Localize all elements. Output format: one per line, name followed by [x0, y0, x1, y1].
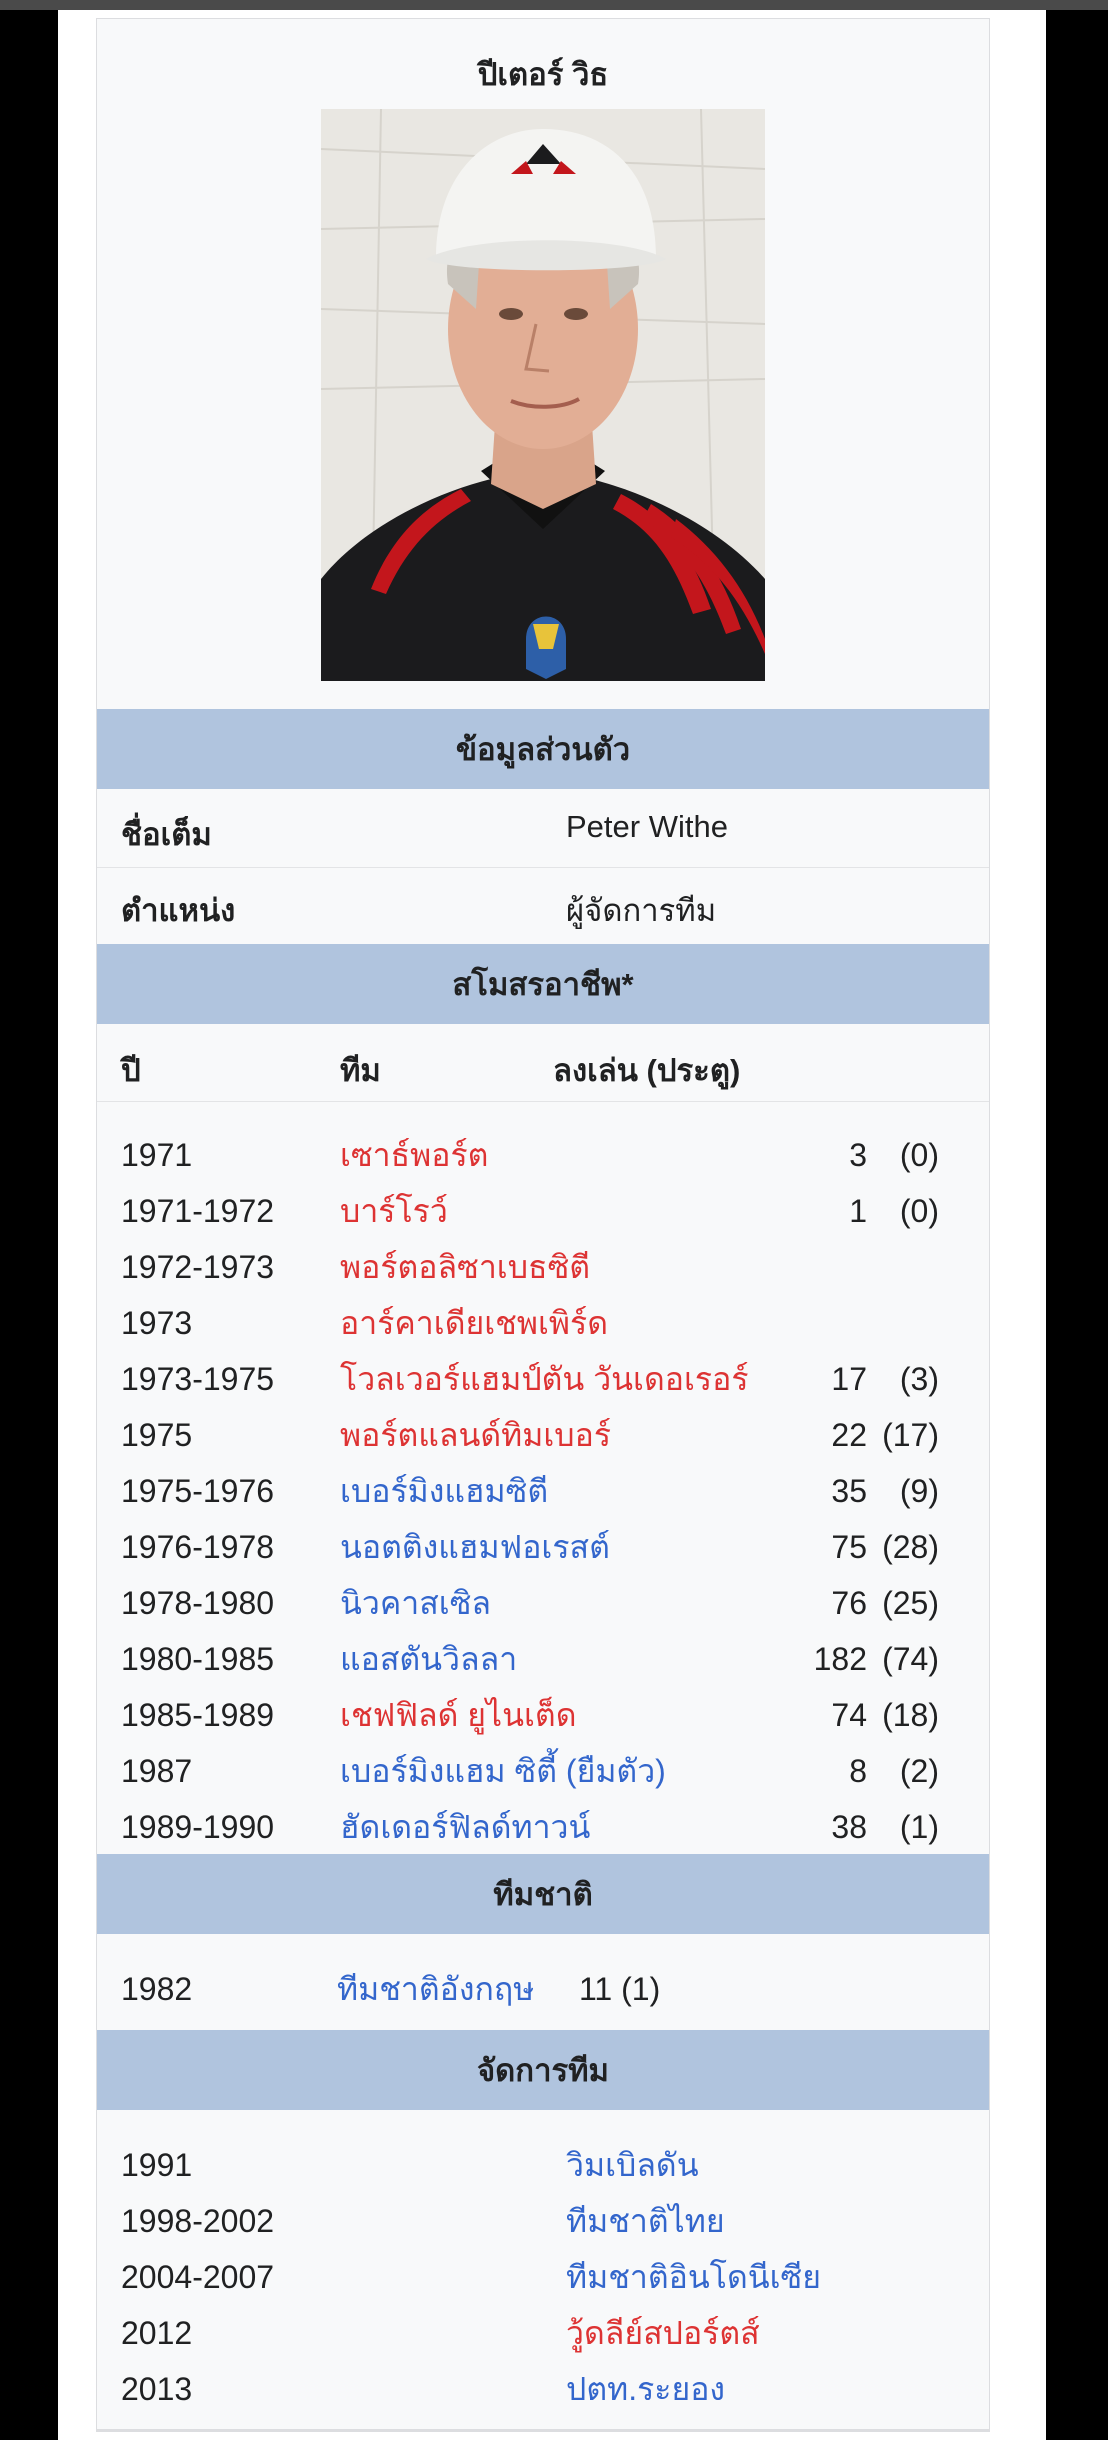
article-page: ปีเตอร์ วิธ ข้อมูลส่วนตัว ชื่อเต็ม Peter…	[58, 10, 1046, 2440]
club-row-year: 1975-1976	[121, 1473, 275, 1509]
section-club-career-label: สโมสรอาชีพ*	[452, 967, 634, 1002]
club-row-year: 1980-1985	[121, 1641, 275, 1677]
full-name-label: ชื่อเต็ม	[121, 817, 212, 852]
club-row-apps: 35	[831, 1473, 867, 1509]
infobox-title: ปีเตอร์ วิธ	[477, 57, 609, 92]
section-managed-teams-label: จัดการทีม	[477, 2053, 609, 2088]
section-club-career: สโมสรอาชีพ*	[97, 944, 989, 1024]
club-row-year: 1971-1972	[121, 1193, 275, 1229]
club-row-apps: 182	[813, 1641, 867, 1677]
status-bar-strip	[0, 0, 1108, 10]
managed-row-year: 1991	[121, 2147, 193, 2183]
club-row-goals: (9)	[899, 1473, 939, 1509]
club-row-team-link[interactable]: ฮัดเดอร์ฟิลด์ทาวน์	[340, 1808, 590, 1846]
row-divider	[97, 867, 989, 868]
infobox-bottom-border	[96, 2430, 990, 2432]
club-row-team-link[interactable]: เซาธ์พอร์ต	[340, 1136, 488, 1174]
national-apps: 11 (1)	[579, 1971, 661, 2007]
club-row-apps: 74	[831, 1697, 867, 1733]
position-label: ตำแหน่ง	[121, 893, 236, 928]
column-header-team: ทีม	[340, 1053, 381, 1088]
managed-row-team-link[interactable]: วู้ดลีย์สปอร์ตส์	[566, 2314, 760, 2352]
club-row-team-link[interactable]: อาร์คาเดียเชพเพิร์ด	[340, 1304, 608, 1342]
section-national-team: ทีมชาติ	[97, 1854, 989, 1934]
club-row-year: 1976-1978	[121, 1529, 275, 1565]
managed-row-team-link[interactable]: ทีมชาติอินโดนีเซีย	[566, 2258, 821, 2296]
managed-row-year: 2004-2007	[121, 2259, 275, 2295]
club-row-goals: (0)	[899, 1193, 939, 1229]
club-row-year: 1973	[121, 1305, 193, 1341]
column-header-apps: ลงเล่น (ประตู)	[553, 1053, 741, 1088]
club-row-team-link[interactable]: เบอร์มิงแฮมซิตี	[340, 1472, 548, 1510]
section-national-team-label: ทีมชาติ	[493, 1877, 593, 1912]
section-personal-info: ข้อมูลส่วนตัว	[97, 709, 989, 789]
club-row-apps: 75	[831, 1529, 867, 1565]
club-row-year: 1987	[121, 1753, 193, 1789]
club-row-year: 1975	[121, 1417, 193, 1453]
club-row-goals: (74)	[882, 1641, 939, 1677]
infobox: ปีเตอร์ วิธ ข้อมูลส่วนตัว ชื่อเต็ม Peter…	[96, 18, 990, 2430]
row-divider	[97, 1101, 989, 1102]
club-row-year: 1971	[121, 1137, 193, 1173]
club-row-team-link[interactable]: พอร์ตแลนด์ทิมเบอร์	[340, 1416, 611, 1454]
club-row-goals: (1)	[899, 1809, 939, 1845]
club-row-goals: (17)	[882, 1417, 939, 1453]
managed-row-team-link[interactable]: ทีมชาติไทย	[566, 2202, 725, 2240]
managed-row-year: 1998-2002	[121, 2203, 275, 2239]
club-row-team-link[interactable]: เบอร์มิงแฮม ซิตี้ (ยืมตัว)	[340, 1752, 666, 1790]
club-row-goals: (18)	[882, 1697, 939, 1733]
club-row-goals: (3)	[899, 1361, 939, 1397]
full-name-value: Peter Withe	[566, 809, 728, 844]
club-row-apps: 76	[831, 1585, 867, 1621]
club-row-year: 1989-1990	[121, 1809, 275, 1845]
club-row-year: 1973-1975	[121, 1361, 275, 1397]
club-row-team-link[interactable]: พอร์ตอลิซาเบธซิตี	[340, 1248, 590, 1286]
club-row-year: 1985-1989	[121, 1697, 275, 1733]
club-row-apps: 17	[831, 1361, 867, 1397]
club-row-apps: 8	[849, 1753, 867, 1789]
club-row-goals: (2)	[899, 1753, 939, 1789]
club-row-apps: 3	[849, 1137, 867, 1173]
managed-row-team-link[interactable]: ปตท.ระยอง	[566, 2370, 725, 2408]
club-row-year: 1978-1980	[121, 1585, 275, 1621]
section-managed-teams: จัดการทีม	[97, 2030, 989, 2110]
section-personal-info-label: ข้อมูลส่วนตัว	[455, 732, 631, 767]
national-year: 1982	[121, 1971, 193, 2007]
position-value: ผู้จัดการทีม	[566, 893, 717, 928]
club-row-apps: 1	[849, 1193, 867, 1229]
club-row-year: 1972-1973	[121, 1249, 275, 1285]
club-row-team-link[interactable]: บาร์โรว์	[340, 1192, 448, 1230]
club-row-team-link[interactable]: นอตติงแฮมฟอเรสต์	[340, 1528, 610, 1566]
managed-row-year: 2012	[121, 2315, 193, 2351]
column-header-year: ปี	[121, 1053, 141, 1088]
club-row-apps: 38	[831, 1809, 867, 1845]
club-row-goals: (25)	[882, 1585, 939, 1621]
club-row-goals: (0)	[899, 1137, 939, 1173]
club-row-team-link[interactable]: เชฟฟิลด์ ยูไนเต็ด	[340, 1696, 576, 1734]
national-team-link[interactable]: ทีมชาติอังกฤษ	[337, 1970, 534, 2008]
managed-row-year: 2013	[121, 2371, 193, 2407]
club-row-apps: 22	[831, 1417, 867, 1453]
person-photo[interactable]	[321, 109, 765, 681]
club-row-team-link[interactable]: นิวคาสเซิล	[340, 1584, 491, 1622]
club-row-team-link[interactable]: โวลเวอร์แฮมป์ตัน วันเดอเรอร์	[340, 1360, 749, 1398]
club-row-goals: (28)	[882, 1529, 939, 1565]
club-row-team-link[interactable]: แอสตันวิลลา	[340, 1640, 517, 1678]
managed-row-team-link[interactable]: วิมเบิลดัน	[566, 2146, 699, 2184]
